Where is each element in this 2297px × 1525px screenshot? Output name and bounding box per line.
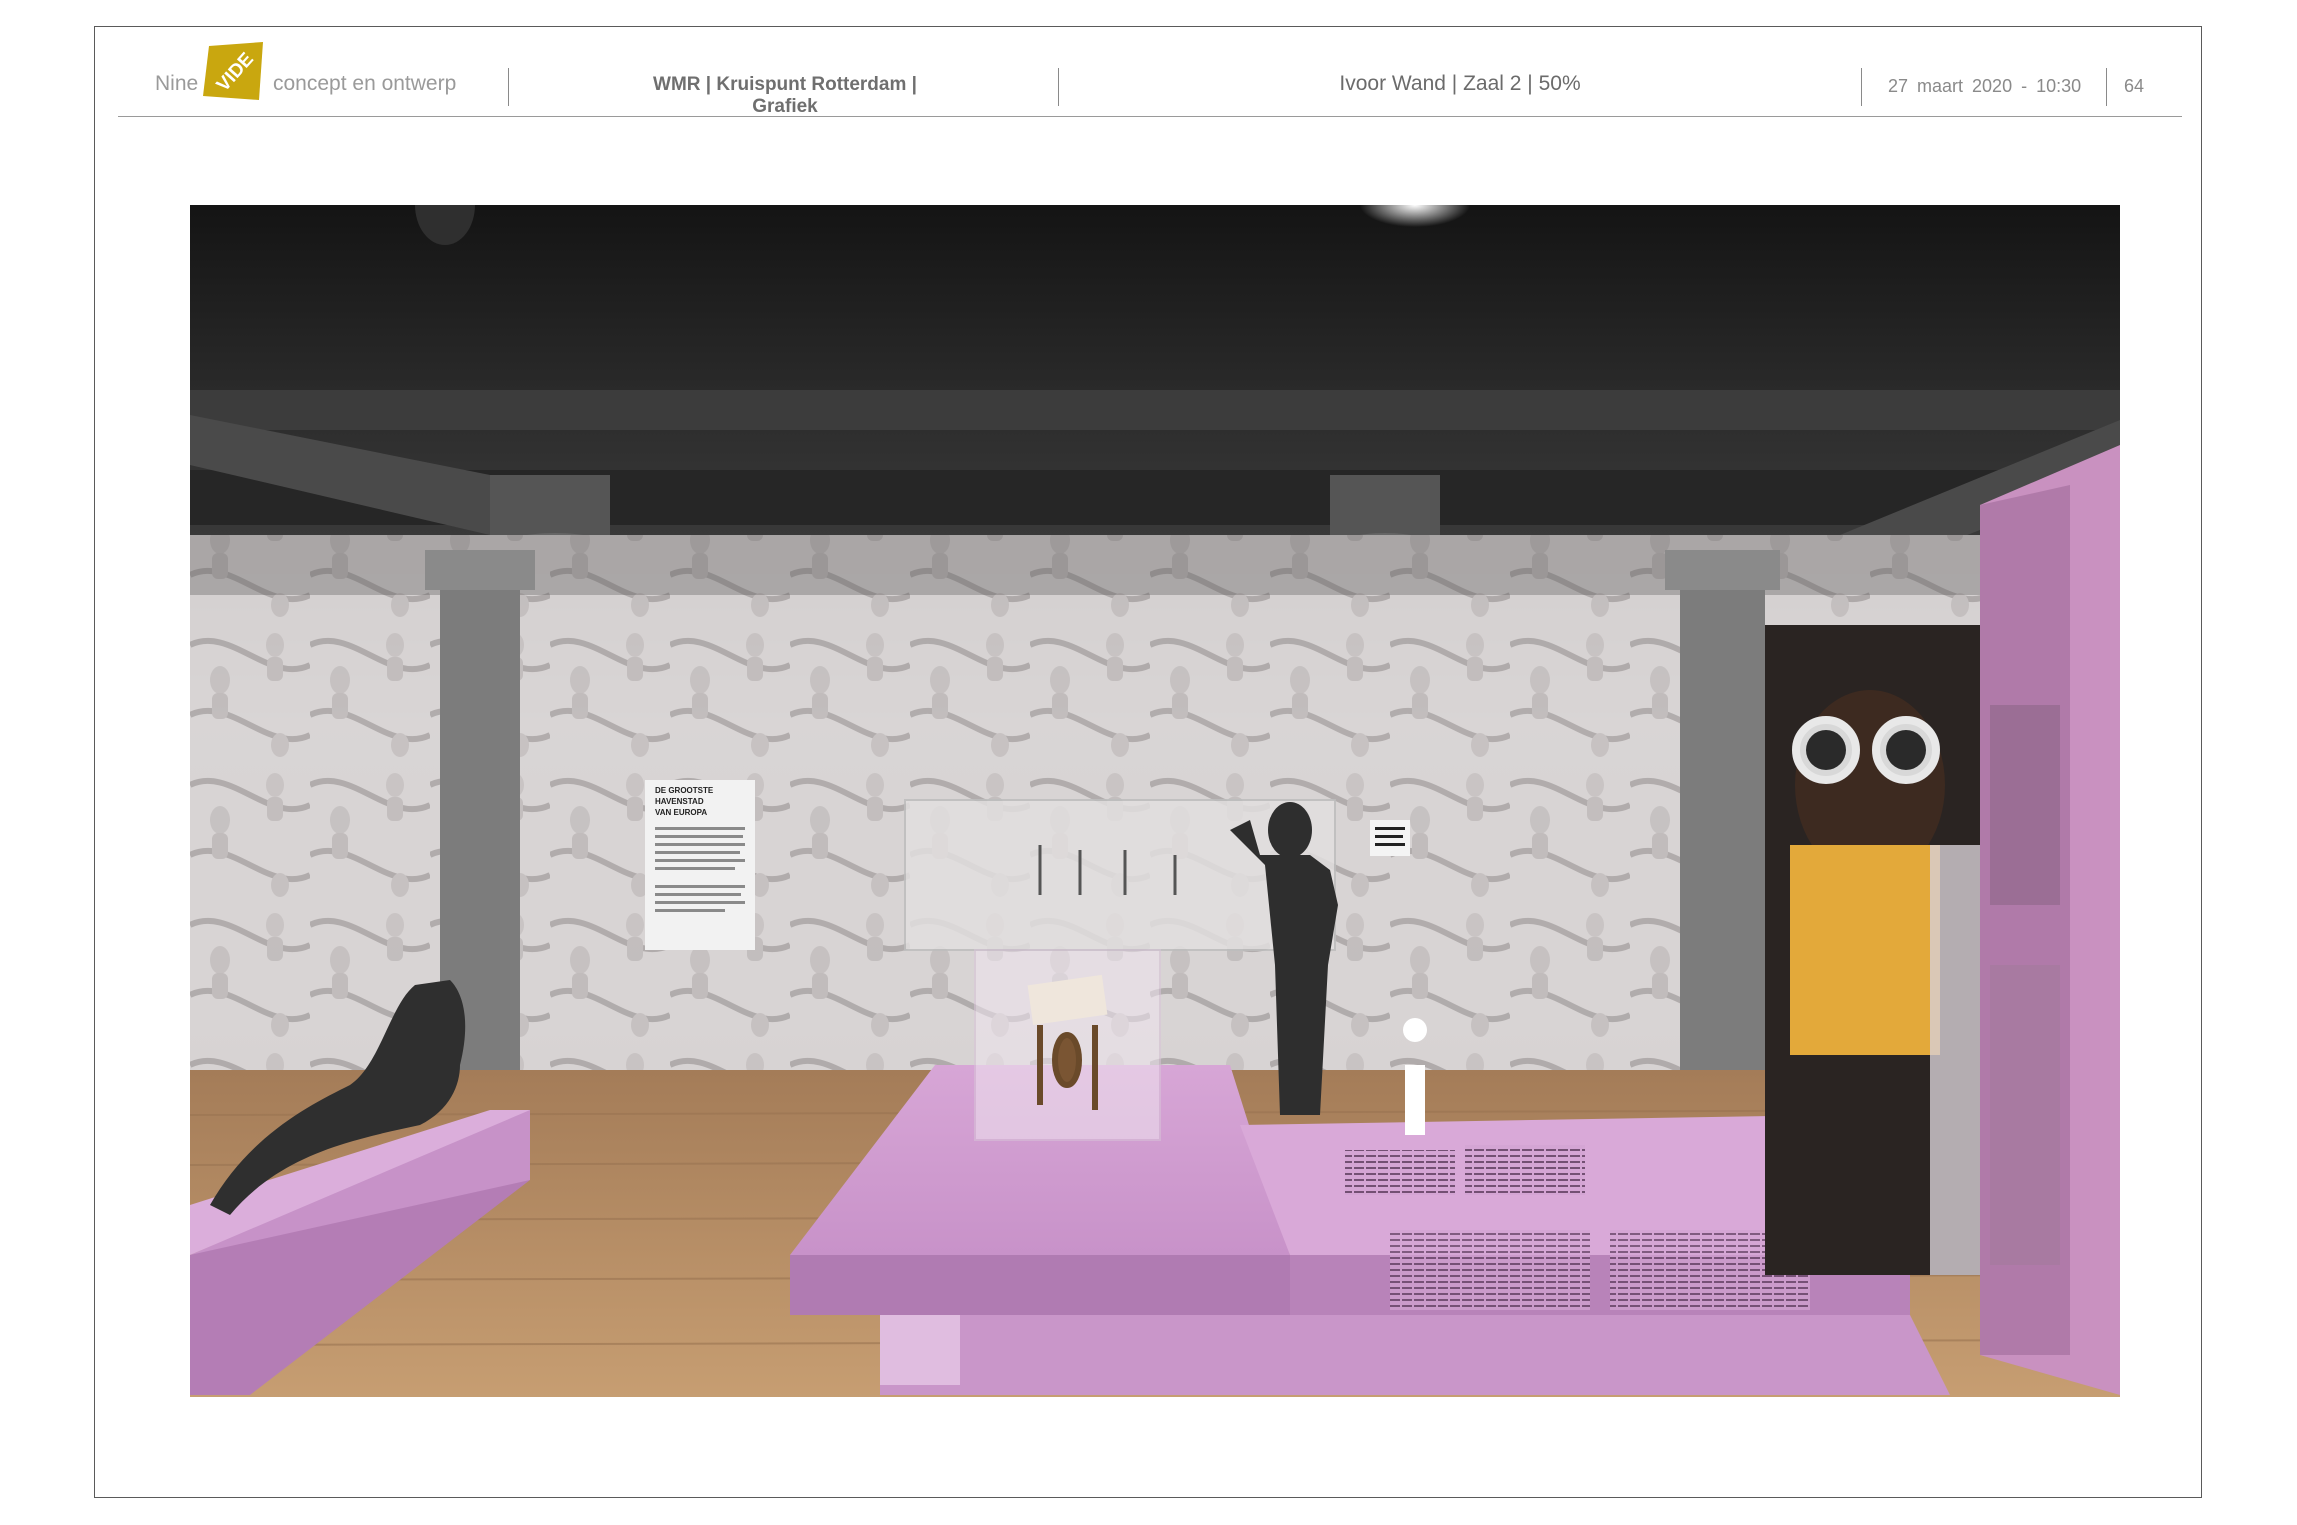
panel-heading-line: DE GROOTSTE bbox=[655, 786, 714, 795]
panel-heading-line: HAVENSTAD bbox=[655, 797, 704, 806]
logo-icon: VIDE bbox=[203, 42, 267, 102]
info-icon bbox=[1405, 1065, 1425, 1135]
brand-tagline: concept en ontwerp bbox=[273, 72, 457, 95]
panel-heading-line: VAN EUROPA bbox=[655, 808, 707, 817]
view-title: Ivoor Wand | Zaal 2 | 50% bbox=[1339, 72, 1581, 95]
page-number: 64 bbox=[2124, 76, 2145, 96]
header-divider bbox=[1058, 68, 1059, 106]
header-divider bbox=[1861, 68, 1862, 106]
header-divider bbox=[2106, 68, 2107, 106]
date-time: 27 maart 2020 - 10:30 bbox=[1888, 76, 2082, 96]
exhibition-rendering: DE GROOTSTE HAVENSTAD VAN EUROPA bbox=[190, 205, 2120, 1397]
header-divider bbox=[508, 68, 509, 106]
brand-left-text: Nine bbox=[155, 72, 199, 95]
header-rule bbox=[118, 116, 2182, 117]
project-title: WMR | Kruispunt Rotterdam | Grafiek bbox=[653, 74, 917, 117]
